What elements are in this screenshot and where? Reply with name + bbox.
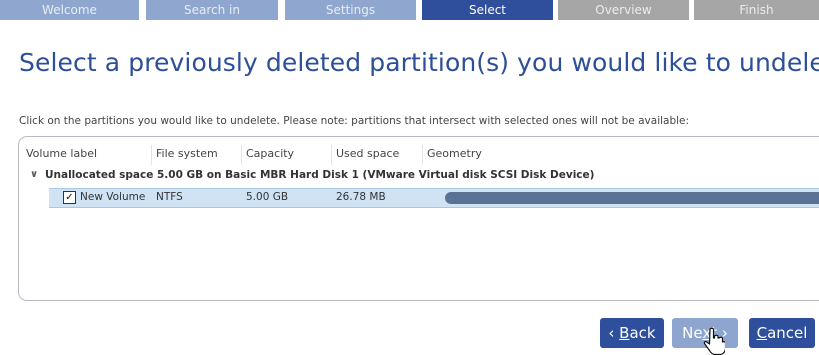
wizard-steps: Welcome Search in Settings Select Overvi… bbox=[0, 0, 819, 20]
column-separator[interactable] bbox=[422, 145, 423, 165]
back-label: ack bbox=[629, 324, 656, 342]
back-button[interactable]: ‹ Back bbox=[600, 318, 664, 348]
step-welcome: Welcome bbox=[0, 0, 139, 20]
step-finish: Finish bbox=[694, 0, 819, 20]
hand-cursor-icon bbox=[703, 327, 725, 355]
instructions-text: Click on the partitions you would like t… bbox=[19, 115, 690, 127]
cancel-mnemonic: C bbox=[756, 324, 768, 342]
column-header-capacity[interactable]: Capacity bbox=[246, 147, 294, 160]
column-header-geometry[interactable]: Geometry bbox=[427, 147, 482, 160]
cancel-button[interactable]: Cancel bbox=[749, 318, 815, 348]
checkbox-checked-icon[interactable]: ✓ bbox=[63, 191, 76, 204]
partition-geometry-bar bbox=[445, 192, 819, 204]
cancel-label: ancel bbox=[767, 324, 808, 342]
partition-file-system: NTFS bbox=[156, 191, 183, 203]
back-mnemonic: B bbox=[619, 324, 630, 342]
column-separator[interactable] bbox=[331, 145, 332, 165]
column-header-volume-label[interactable]: Volume label bbox=[26, 147, 97, 160]
step-settings: Settings bbox=[285, 0, 416, 20]
partition-used-space: 26.78 MB bbox=[336, 191, 386, 203]
disk-group-label: Unallocated space 5.00 GB on Basic MBR H… bbox=[45, 169, 595, 181]
partition-row[interactable]: ✓ New Volume NTFS 5.00 GB 26.78 MB bbox=[49, 188, 819, 208]
column-header-used-space[interactable]: Used space bbox=[336, 147, 399, 160]
step-overview: Overview bbox=[558, 0, 689, 20]
column-header-file-system[interactable]: File system bbox=[156, 147, 218, 160]
column-separator[interactable] bbox=[241, 145, 242, 165]
partition-capacity: 5.00 GB bbox=[246, 191, 289, 203]
next-label-prefix: Ne bbox=[682, 324, 703, 342]
partition-volume-label: New Volume bbox=[80, 191, 146, 203]
disk-group-row[interactable]: ∨ Unallocated space 5.00 GB on Basic MBR… bbox=[19, 167, 819, 185]
partition-table[interactable]: Volume label File system Capacity Used s… bbox=[18, 136, 819, 301]
step-search-in: Search in bbox=[146, 0, 278, 20]
page-title: Select a previously deleted partition(s)… bbox=[19, 48, 819, 77]
step-select: Select bbox=[422, 0, 553, 20]
chevron-down-icon[interactable]: ∨ bbox=[30, 169, 38, 180]
column-separator[interactable] bbox=[151, 145, 152, 165]
